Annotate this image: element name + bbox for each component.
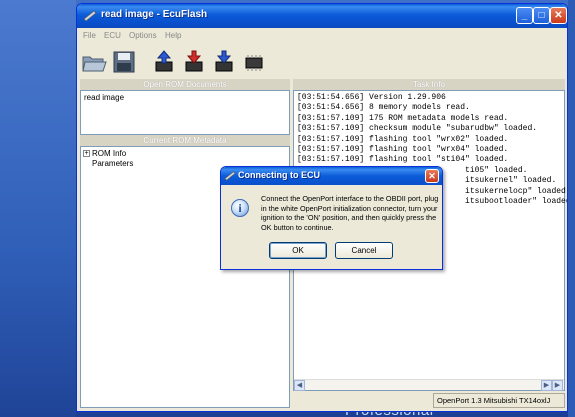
metadata-header: Current ROM Metadata	[80, 135, 290, 146]
log-line: [03:51:54.656] 8 memory models read.	[297, 103, 470, 113]
dialog-close-button[interactable]: ✕	[425, 169, 439, 183]
close-button[interactable]: ✕	[550, 7, 567, 24]
dialog-message: Connect the OpenPort interface to the OB…	[261, 194, 439, 232]
menu-help[interactable]: Help	[165, 31, 181, 40]
log-line: [03:51:57.109] flashing tool "wrx02" loa…	[297, 134, 509, 144]
log-line: [03:51:57.109] flashing tool "wrx04" loa…	[297, 145, 509, 155]
maximize-button[interactable]: □	[533, 7, 550, 24]
scroll-right-icon[interactable]: ▶	[541, 380, 552, 391]
menu-file[interactable]: File	[83, 31, 96, 40]
open-rom-list[interactable]: read image	[80, 90, 290, 135]
log-line: [03:51:57.109] checksum module "subarudb…	[297, 124, 538, 134]
open-folder-icon[interactable]	[81, 49, 107, 75]
app-icon	[224, 171, 236, 181]
log-line: [03:51:57.109] 175 ROM metadata models r…	[297, 113, 509, 123]
menu-options[interactable]: Options	[129, 31, 157, 40]
desktop-background	[0, 0, 76, 417]
open-rom-header: Open ROM Documents	[80, 79, 290, 90]
ok-button[interactable]: OK	[269, 242, 327, 259]
dialog-title: Connecting to ECU	[238, 170, 320, 180]
test-write-icon[interactable]	[211, 49, 237, 75]
app-icon	[83, 10, 97, 22]
menu-bar: File ECU Options Help	[77, 28, 567, 45]
toolbar	[77, 45, 567, 79]
read-ecu-icon[interactable]	[151, 49, 177, 75]
scroll-left-icon[interactable]: ◀	[294, 380, 305, 391]
desktop-edge	[568, 0, 575, 417]
cancel-button[interactable]: Cancel	[335, 242, 393, 259]
horizontal-scrollbar[interactable]: ◀ ▶ ▶	[294, 379, 564, 391]
menu-ecu[interactable]: ECU	[104, 31, 121, 40]
window-title: read image - EcuFlash	[101, 9, 208, 20]
tree-item-rom-info[interactable]: + ROM Info	[83, 149, 126, 158]
save-disk-icon[interactable]	[111, 49, 137, 75]
title-bar[interactable]: read image - EcuFlash _ □ ✕	[77, 4, 567, 28]
rom-document-item[interactable]: read image	[84, 93, 124, 102]
tree-label: Parameters	[92, 159, 134, 168]
task-info-header: Task Info	[293, 79, 565, 90]
chip-icon[interactable]	[241, 49, 267, 75]
tree-item-parameters[interactable]: Parameters	[92, 159, 133, 168]
connecting-dialog: Connecting to ECU ✕ i Connect the OpenPo…	[220, 166, 443, 270]
log-line: [03:51:54.656] Version 1.29.906	[297, 93, 446, 102]
minimize-button[interactable]: _	[516, 7, 533, 24]
status-bar: OpenPort 1.3 Mitsubishi TX14oxlJ	[433, 393, 565, 408]
scroll-end-icon[interactable]: ▶	[552, 380, 563, 391]
info-icon: i	[231, 199, 249, 217]
log-line: [03:51:57.109] flashing tool "sti04" loa…	[297, 155, 509, 165]
write-ecu-icon[interactable]	[181, 49, 207, 75]
expand-icon[interactable]: +	[83, 150, 90, 158]
dialog-title-bar[interactable]: Connecting to ECU ✕	[221, 167, 442, 185]
tree-label: ROM Info	[92, 149, 127, 158]
